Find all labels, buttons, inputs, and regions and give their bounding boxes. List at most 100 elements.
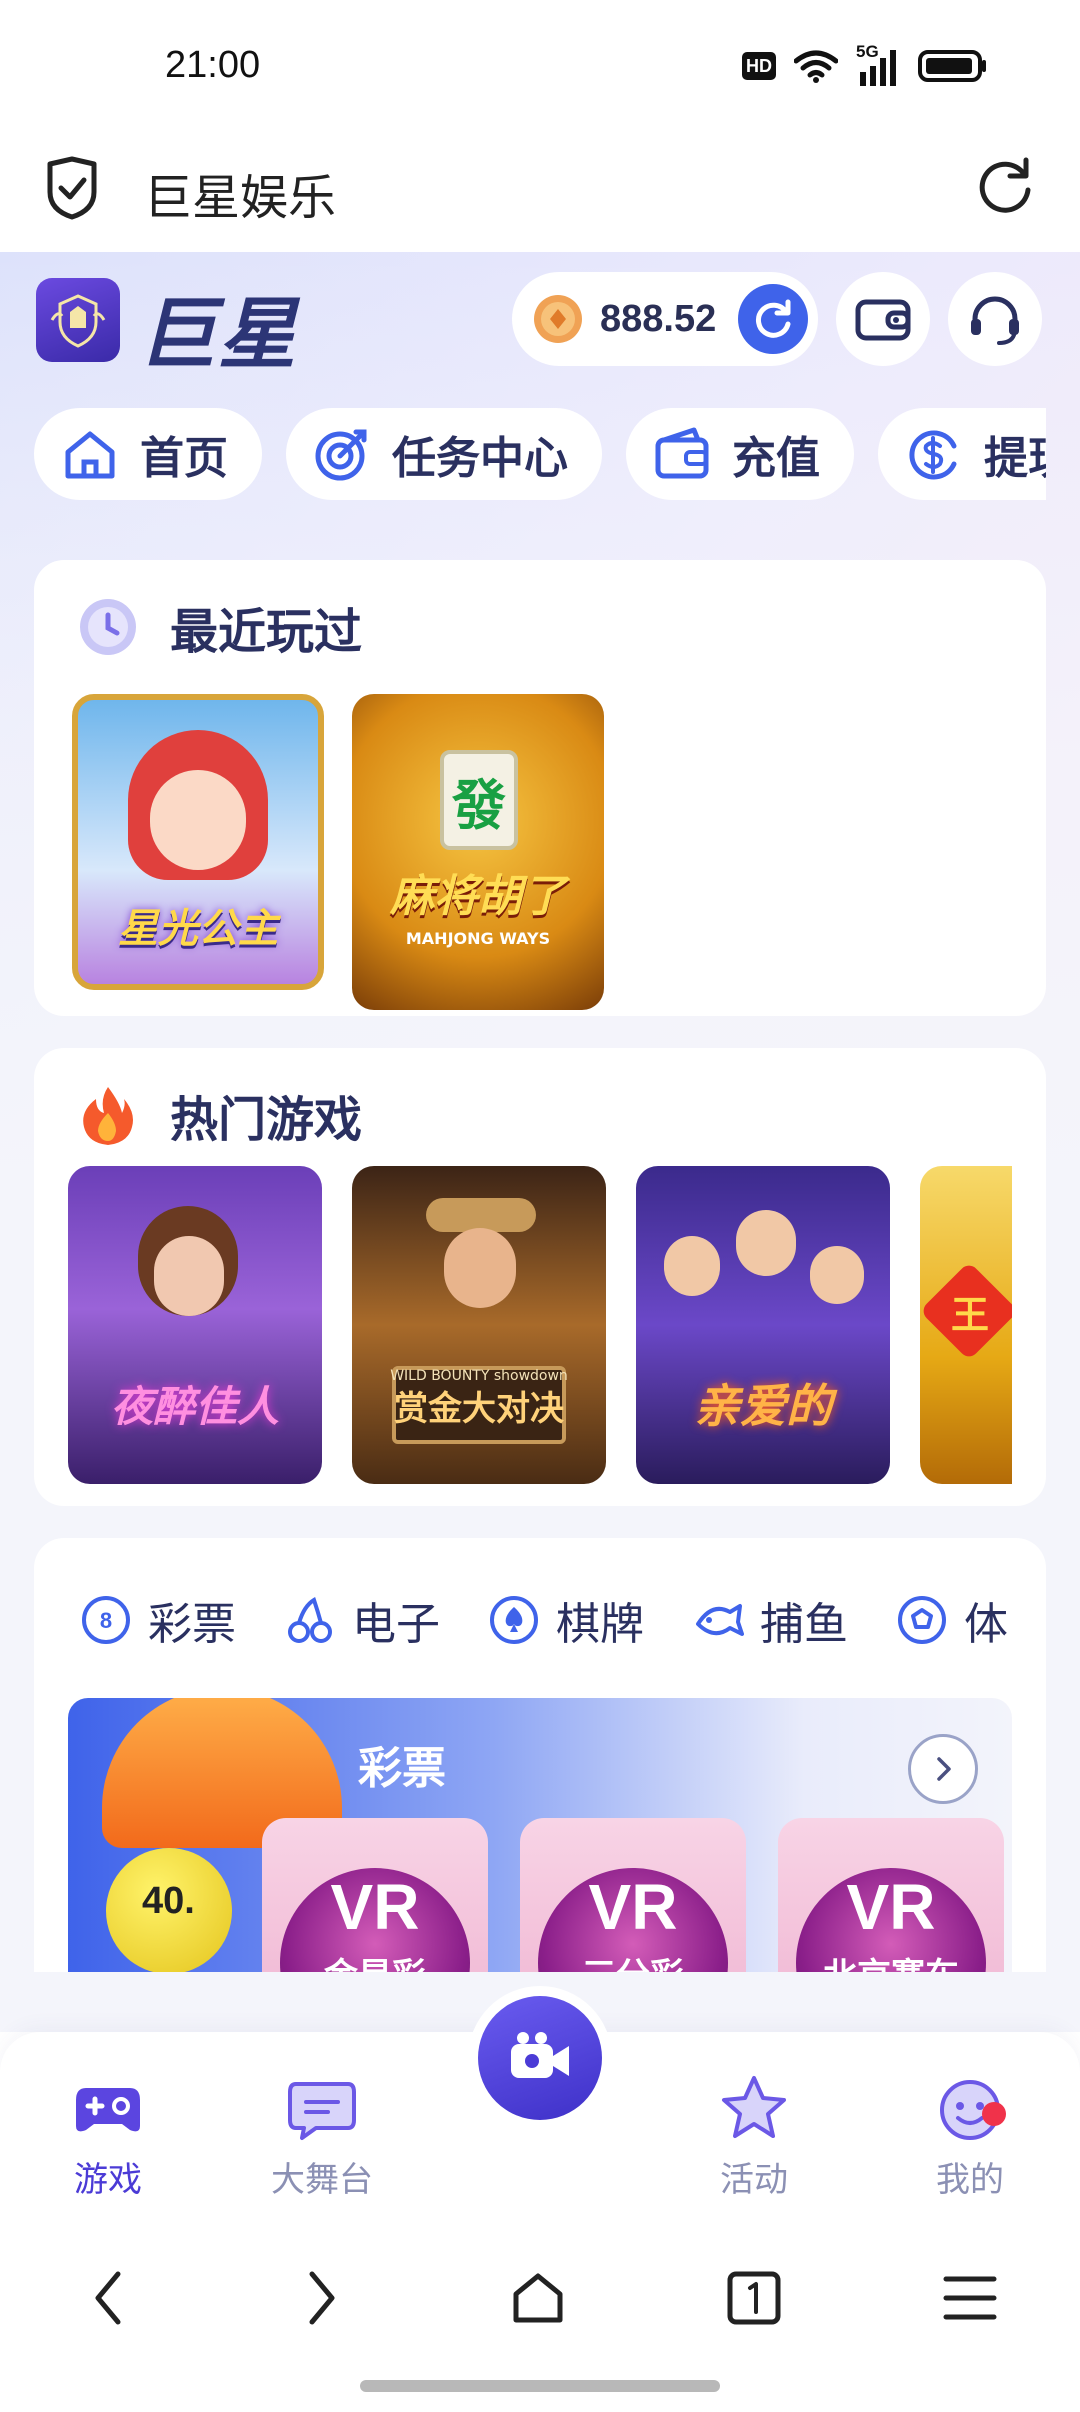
game-tile-label: 王 xyxy=(950,1293,989,1337)
lottery-card-label: 金星彩 xyxy=(262,1948,488,1972)
lottery-card-beijing-racing[interactable]: VR 北京赛车 xyxy=(778,1818,1004,1972)
game-tile-partial[interactable]: 王 xyxy=(920,1166,1012,1484)
cowboy-hat xyxy=(426,1198,536,1232)
character-face xyxy=(664,1236,720,1296)
browser-back-button[interactable] xyxy=(68,2258,148,2338)
game-tile-sublabel: WILD BOUNTY showdown xyxy=(390,1368,568,1384)
tab-live-button[interactable] xyxy=(468,1986,612,2130)
lottery-ball: 40. xyxy=(106,1848,232,1972)
clock-icon xyxy=(80,599,136,655)
tab-label: 活动 xyxy=(720,2160,788,2200)
page-content: 巨星 888.52 首页 任务中心 充值 提 最近玩过 星光公主 發 麻将胡了 … xyxy=(0,252,1080,1972)
soccer-ball-icon xyxy=(898,1596,946,1644)
nav-chip-label: 充值 xyxy=(732,433,820,484)
tab-label: 游戏 xyxy=(74,2160,142,2200)
game-tile-yezui-jiaren[interactable]: 夜醉佳人 xyxy=(68,1166,322,1484)
game-tile-label: 亲爱的 xyxy=(694,1379,832,1433)
category-label: 捕鱼 xyxy=(760,1599,848,1650)
lottery-banner-title: 彩票 xyxy=(358,1743,446,1794)
crest-icon xyxy=(50,294,106,348)
chevron-right-icon xyxy=(309,2271,335,2325)
spade-chip-icon xyxy=(490,1596,538,1644)
nav-chip-label: 首页 xyxy=(140,433,228,484)
lottery-more-button[interactable] xyxy=(908,1734,978,1804)
refresh-icon xyxy=(755,299,791,338)
lottery-card-label: 北京赛车 xyxy=(778,1948,1004,1972)
lottery-banner[interactable]: 40. 彩票 VR 金星彩 VR 三分彩 VR 北京赛车 xyxy=(68,1698,1012,1972)
tabs-count-icon xyxy=(727,2271,781,2325)
logo-emblem[interactable] xyxy=(36,278,120,362)
mahjong-tile: 發 xyxy=(440,750,518,850)
svg-text:8: 8 xyxy=(100,1608,112,1633)
signal-icon: 5G xyxy=(856,42,900,86)
tab-profile[interactable]: 我的 xyxy=(900,2072,1040,2201)
home-icon xyxy=(65,431,115,479)
wallet-button[interactable] xyxy=(836,272,930,366)
target-icon xyxy=(315,429,367,481)
coin-icon xyxy=(534,295,582,343)
game-tile-starlight-princess[interactable]: 星光公主 xyxy=(72,694,324,990)
category-tab-cards[interactable]: 棋牌 xyxy=(488,1588,644,1652)
categories-card: 8 彩票 电子 棋牌 捕鱼 体 40. 彩票 VR VR VR xyxy=(34,1538,1046,1972)
notification-dot xyxy=(982,2102,1006,2126)
balance-refresh-button[interactable] xyxy=(738,284,808,354)
system-navigation-bar xyxy=(0,2220,1080,2412)
nav-chip-home[interactable]: 首页 xyxy=(34,408,262,500)
tab-games[interactable]: 游戏 xyxy=(38,2072,178,2201)
nav-chip-tasks[interactable]: 任务中心 xyxy=(286,408,602,500)
character-face xyxy=(150,770,246,870)
lottery-ball-number: 40. xyxy=(142,1880,195,1922)
browser-menu-button[interactable] xyxy=(930,2258,1010,2338)
category-tab-sports[interactable]: 体育 xyxy=(896,1588,1010,1652)
shield-check-icon[interactable] xyxy=(44,156,100,220)
nav-chip-row: 首页 任务中心 充值 提 xyxy=(34,408,1046,502)
game-tile-label: 星光公主 xyxy=(118,906,278,952)
lottery-8-ball-icon: 8 xyxy=(82,1596,130,1644)
hamburger-menu-icon xyxy=(943,2276,997,2320)
wallet-icon xyxy=(855,299,911,341)
status-bar: 21:00 HD 5G xyxy=(0,0,1080,136)
hot-games-row: 夜醉佳人 赏金大对决 WILD BOUNTY showdown 亲爱的 王 xyxy=(68,1166,1012,1488)
game-tile-sublabel: MAHJONG WAYS xyxy=(405,929,551,948)
hot-games-title: 热门游戏 xyxy=(170,1080,362,1150)
category-label: 棋牌 xyxy=(556,1599,644,1650)
brand-logo-text: 巨星 xyxy=(138,290,299,380)
lottery-card-jinxing[interactable]: VR 金星彩 xyxy=(262,1818,488,1972)
hot-games-header: 热门游戏 xyxy=(76,1082,362,1148)
tab-stage[interactable]: 大舞台 xyxy=(252,2072,392,2201)
vr-logo-text: VR xyxy=(330,1871,420,1943)
recent-games-card: 最近玩过 星光公主 發 麻将胡了 MAHJONG WAYS xyxy=(34,560,1046,1016)
tab-live-button-inner xyxy=(478,1996,602,2120)
nav-chip-label: 任务中心 xyxy=(392,433,568,484)
lottery-card-sanfen[interactable]: VR 三分彩 xyxy=(520,1818,746,1972)
game-tile-wild-bounty[interactable]: 赏金大对决 WILD BOUNTY showdown xyxy=(352,1166,606,1484)
game-tile-mahjong-ways[interactable]: 發 麻将胡了 MAHJONG WAYS xyxy=(352,694,604,1010)
status-icons: HD 5G xyxy=(742,42,988,86)
nav-chip-withdraw[interactable]: 提现 xyxy=(878,408,1046,500)
browser-home-button[interactable] xyxy=(498,2258,578,2338)
game-tile-label: 麻将胡了 xyxy=(390,871,566,922)
fire-icon xyxy=(83,1087,133,1145)
customer-service-button[interactable] xyxy=(948,272,1042,366)
chevron-left-icon xyxy=(95,2271,121,2325)
game-tile-qin-ai-de[interactable]: 亲爱的 xyxy=(636,1166,890,1484)
refresh-icon[interactable] xyxy=(974,154,1036,216)
category-tab-fishing[interactable]: 捕鱼 xyxy=(692,1588,848,1652)
nav-chip-deposit[interactable]: 充值 xyxy=(626,408,854,500)
tab-label: 大舞台 xyxy=(271,2160,373,2200)
browser-tabs-button[interactable] xyxy=(714,2258,794,2338)
wifi-icon xyxy=(794,50,838,83)
category-tab-slots[interactable]: 电子 xyxy=(284,1588,440,1652)
fish-icon xyxy=(696,1604,744,1636)
character-face xyxy=(444,1228,516,1308)
nav-chip-label: 提现 xyxy=(984,433,1046,484)
recent-games-title: 最近玩过 xyxy=(170,592,362,662)
character-face xyxy=(736,1210,796,1276)
tab-activities[interactable]: 活动 xyxy=(684,2072,824,2201)
category-tab-lottery[interactable]: 8 彩票 xyxy=(80,1588,236,1652)
home-indicator[interactable] xyxy=(360,2380,720,2392)
browser-forward-button[interactable] xyxy=(282,2258,362,2338)
video-camera-icon xyxy=(511,2032,569,2078)
browser-page-title: 巨星娱乐 xyxy=(144,170,337,226)
network-label: 5G xyxy=(856,42,879,61)
